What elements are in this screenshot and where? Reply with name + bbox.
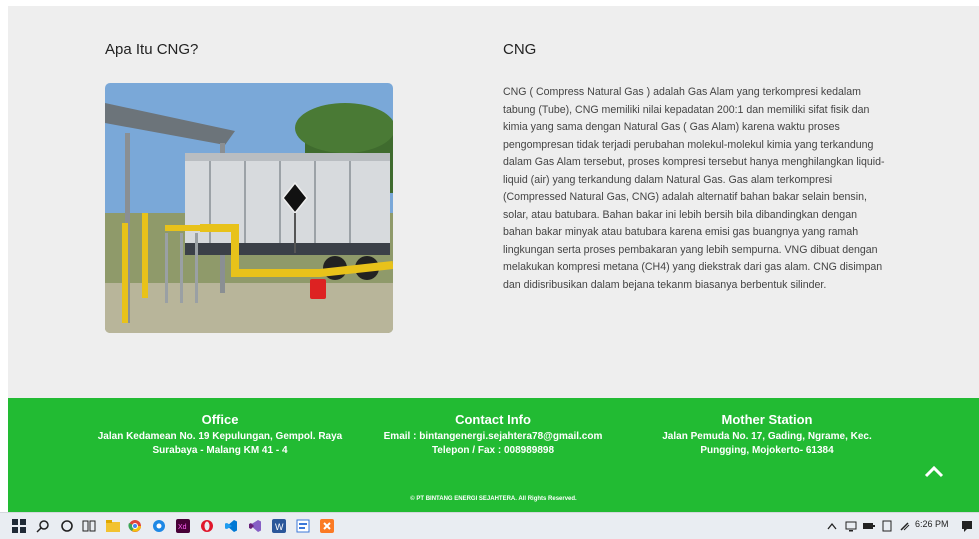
storage-icon[interactable] (878, 517, 896, 535)
section-title-what-is-cng: Apa Itu CNG? (105, 41, 199, 58)
app-icon[interactable] (294, 517, 312, 535)
footer-mother-station: Mother Station Jalan Pemuda No. 17, Gadi… (654, 412, 880, 458)
footer-office-line1: Jalan Kedamean No. 19 Kepulungan, Gempol… (97, 431, 343, 442)
xampp-icon[interactable] (318, 517, 336, 535)
opera-icon[interactable] (198, 517, 216, 535)
network-icon[interactable] (842, 517, 860, 535)
footer-station-title: Mother Station (721, 412, 813, 427)
footer-email[interactable]: Email : bintangenergi.sejahtera78@gmail.… (378, 430, 608, 444)
chevron-up-icon (924, 465, 944, 478)
pen-icon[interactable] (896, 517, 914, 535)
section-title-cng: CNG (503, 41, 537, 58)
notification-icon[interactable] (958, 517, 976, 535)
cortana-icon[interactable] (58, 517, 76, 535)
vscode-icon[interactable] (222, 517, 240, 535)
cng-description: CNG ( Compress Natural Gas ) adalah Gas … (503, 86, 885, 291)
xd-icon[interactable]: Xd (174, 517, 192, 535)
footer-office-line2: Surabaya - Malang KM 41 - 4 (152, 445, 288, 456)
footer-office: Office Jalan Kedamean No. 19 Kepulungan,… (90, 412, 350, 458)
footer-contact: Contact Info Email : bintangenergi.sejah… (378, 412, 608, 458)
windows-start-icon[interactable] (10, 517, 28, 535)
battery-icon[interactable] (860, 517, 878, 535)
chrome-icon[interactable] (126, 517, 144, 535)
browser-icon[interactable] (150, 517, 168, 535)
task-view-icon[interactable] (80, 517, 98, 535)
footer-phone: Telepon / Fax : 008989898 (431, 445, 555, 456)
word-icon[interactable]: W (270, 517, 288, 535)
svg-text:Xd: Xd (178, 524, 187, 531)
site-footer: Office Jalan Kedamean No. 19 Kepulungan,… (8, 398, 979, 512)
footer-station-line2: Pungging, Mojokerto- 61384 (700, 445, 834, 456)
clock[interactable]: 6:26 PM (915, 519, 949, 529)
visual-studio-icon[interactable] (246, 517, 264, 535)
cng-station-photo (105, 83, 393, 333)
chevron-up-icon[interactable] (823, 517, 841, 535)
footer-contact-title: Contact Info (455, 412, 531, 427)
copyright-text: © PT BINTANG ENERGI SEJAHTERA. All Right… (410, 496, 577, 502)
search-icon[interactable] (34, 517, 52, 535)
back-to-top-button[interactable] (920, 462, 948, 482)
footer-station-line1: Jalan Pemuda No. 17, Gading, Ngrame, Kec… (662, 431, 872, 442)
windows-taskbar: Xd W 6:26 PM (0, 512, 979, 539)
svg-text:W: W (275, 522, 284, 532)
footer-office-title: Office (201, 412, 239, 427)
file-explorer-icon[interactable] (104, 517, 122, 535)
main-content: Apa Itu CNG? CNG CNG (Compress Natural … (8, 6, 979, 398)
